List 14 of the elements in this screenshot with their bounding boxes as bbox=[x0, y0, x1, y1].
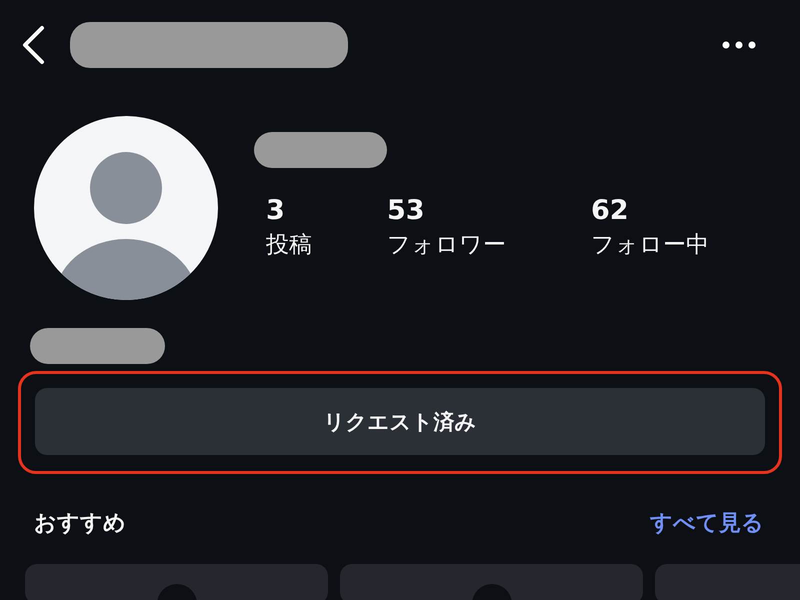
stat-label: フォロー中 bbox=[591, 231, 709, 260]
see-all-link[interactable]: すべて見る bbox=[650, 508, 764, 538]
more-icon[interactable] bbox=[722, 41, 756, 49]
back-icon[interactable] bbox=[20, 25, 46, 65]
stat-count: 53 bbox=[387, 194, 425, 228]
suggestion-card[interactable] bbox=[655, 564, 800, 600]
stat-label: 投稿 bbox=[266, 231, 312, 260]
requested-button[interactable]: リクエスト済み bbox=[35, 388, 765, 455]
stat-count: 3 bbox=[266, 194, 285, 228]
section-title: おすすめ bbox=[34, 510, 126, 538]
suggestion-card[interactable] bbox=[340, 564, 643, 600]
stat-label: フォロワー bbox=[387, 231, 506, 260]
stat-count: 62 bbox=[591, 194, 629, 228]
suggestion-card[interactable] bbox=[25, 564, 328, 600]
